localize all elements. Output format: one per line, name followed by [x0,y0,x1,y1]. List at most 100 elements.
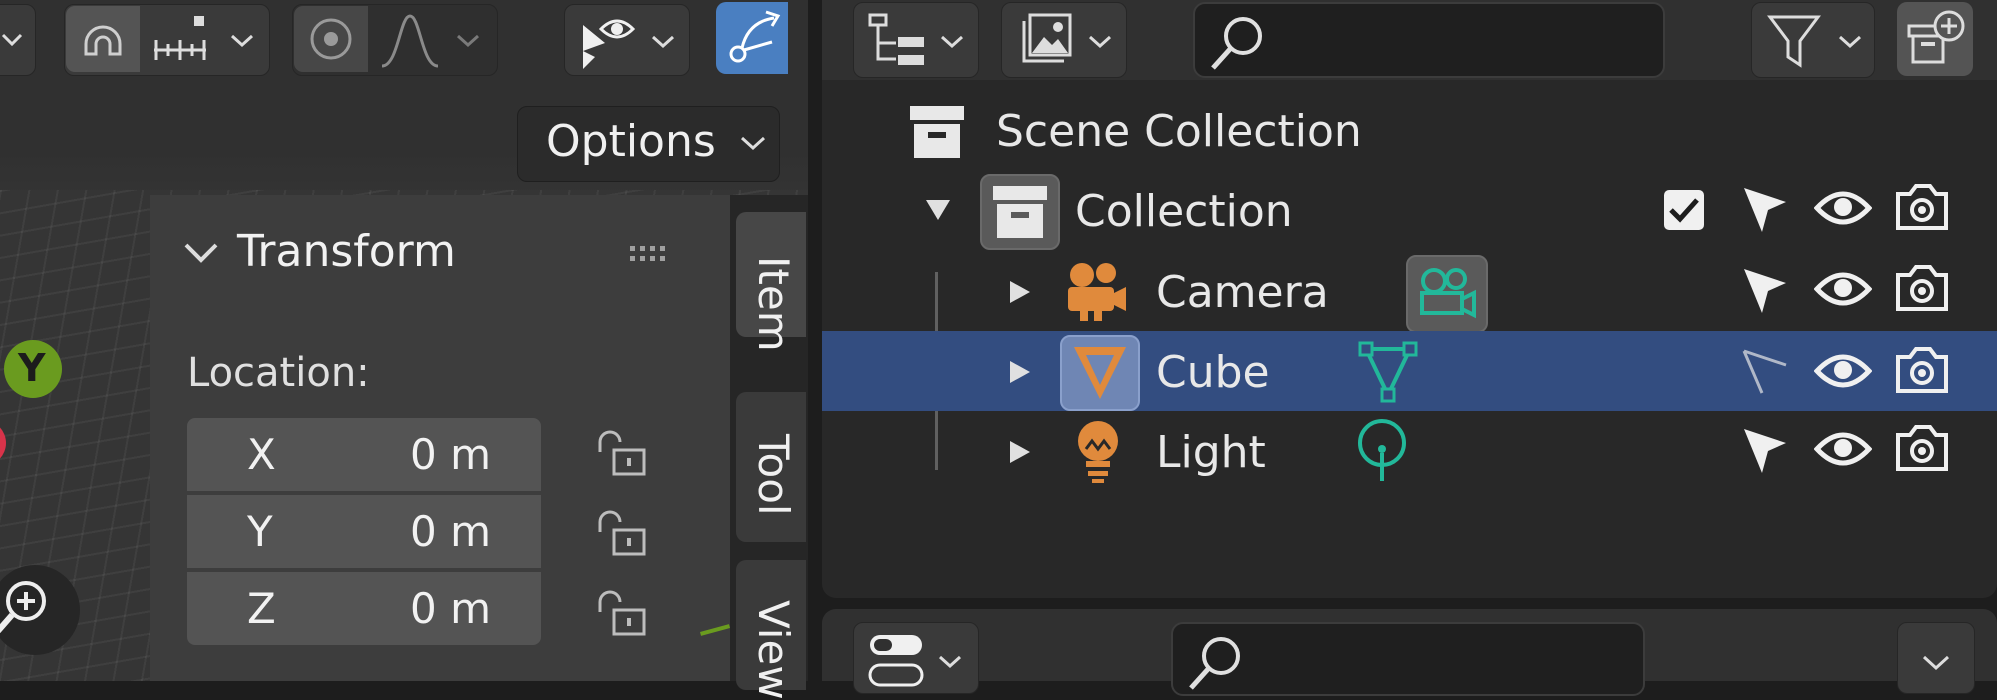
display-mode-dropdown[interactable] [853,2,979,78]
tab-item-label: Item [749,256,798,352]
camera-render-icon[interactable] [1894,182,1950,232]
select-arrow-icon[interactable] [1740,347,1790,397]
camera-render-icon[interactable] [1894,423,1950,473]
checkbox-icon [1668,196,1700,224]
filter-icon [1766,13,1822,69]
object-label: Light [1156,427,1266,478]
visibility-icon [575,11,639,73]
object-label: Cube [1156,347,1270,398]
zoom-icon [0,573,56,643]
image-icon [1016,11,1074,69]
collection-label: Collection [1075,186,1293,237]
collection-box-icon [908,104,966,160]
outliner-display-mode-icon [868,13,928,69]
properties-search-input[interactable] [1171,622,1645,696]
axis-value: 0 m [410,430,491,479]
camera-object-icon [1064,259,1130,323]
location-z-field[interactable]: Z 0 m [187,572,541,645]
location-y-field[interactable]: Y 0 m [187,495,541,568]
exclude-checkbox[interactable] [1664,190,1704,230]
tree-row-camera[interactable]: Camera [822,251,1997,333]
axis-label: Y [247,507,273,556]
disclosure-triangle-icon[interactable] [924,198,952,222]
tab-tool[interactable]: Tool [736,392,806,542]
scene-collection-label: Scene Collection [996,106,1362,157]
properties-editor-type-dropdown[interactable] [853,622,979,694]
gizmo-y-label: Y [18,346,46,390]
outliner-search-input[interactable] [1193,2,1665,78]
search-icon [1209,12,1269,72]
camera-render-icon[interactable] [1894,345,1950,395]
lock-icon[interactable] [592,508,652,558]
eye-icon[interactable] [1814,186,1872,230]
select-arrow-icon[interactable] [1740,425,1790,477]
axis-value: 0 m [410,584,491,633]
collection-box-icon [991,184,1049,240]
mode-dropdown[interactable] [0,4,36,76]
search-icon [1187,632,1247,692]
light-data-icon[interactable] [1352,417,1412,485]
mesh-object-icon [1070,343,1130,403]
camera-render-icon[interactable] [1894,263,1950,313]
falloff-curve-icon [380,12,440,68]
chevron-down-icon [1088,35,1112,49]
lock-icon[interactable] [592,588,652,638]
lock-icon[interactable] [592,428,652,478]
panel-title[interactable]: Transform [237,226,456,277]
filter-dropdown[interactable] [1751,2,1875,78]
select-arrow-icon[interactable] [1740,184,1790,236]
collection-icon-button[interactable] [980,174,1060,250]
axis-label: X [247,430,276,479]
transform-gizmo-toggle[interactable] [716,2,788,74]
select-arrow-icon[interactable] [1740,265,1790,317]
eye-icon[interactable] [1814,427,1872,471]
chevron-down-icon [1922,655,1950,671]
light-object-icon [1072,419,1126,485]
tree-row-scene-collection[interactable]: Scene Collection [822,100,1997,170]
visibility-dropdown[interactable] [564,4,690,76]
disclosure-triangle-icon[interactable] [1008,439,1032,465]
cube-object-button[interactable] [1060,335,1140,411]
chevron-down-icon [456,34,480,48]
properties-options-dropdown[interactable] [1897,622,1975,694]
tab-view-label: View [749,600,798,700]
chevron-down-icon [1,33,23,47]
snap-magnet-icon [76,14,130,64]
options-label: Options [546,116,716,167]
gizmo-axis-y[interactable]: Y [4,340,62,398]
tab-item[interactable]: Item [736,212,806,352]
chevron-down-icon [230,34,254,48]
new-collection-icon [1905,8,1967,70]
tab-view[interactable]: View [736,560,806,700]
camera-data-button[interactable] [1406,255,1488,333]
snap-target-dropdown[interactable] [142,6,266,72]
chevron-down-icon [651,35,675,49]
tree-row-light[interactable]: Light [822,411,1997,491]
falloff-dropdown[interactable] [372,6,494,72]
snap-increment-icon [150,12,210,66]
area-divider[interactable] [808,0,822,681]
camera-data-icon [1416,265,1478,323]
mesh-data-icon[interactable] [1356,339,1420,403]
chevron-down-icon [938,655,962,669]
drag-handle-icon[interactable] [628,244,672,264]
axis-label: Z [247,584,276,633]
toggle-tabs-icon [868,631,926,691]
proportional-edit-toggle[interactable] [294,6,368,72]
disclosure-triangle-icon[interactable] [1008,279,1032,305]
disclosure-triangle-icon[interactable] [1008,359,1032,385]
tree-row-collection[interactable]: Collection [822,170,1997,250]
chevron-down-icon[interactable] [183,242,219,264]
eye-icon[interactable] [1814,267,1872,311]
new-collection-button[interactable] [1897,2,1973,76]
location-x-field[interactable]: X 0 m [187,418,541,491]
filter-display-dropdown[interactable] [1001,2,1127,78]
tree-row-cube[interactable]: Cube [822,331,1997,411]
eye-icon[interactable] [1814,349,1872,393]
tab-tool-label: Tool [749,434,798,516]
chevron-down-icon [940,35,964,49]
axis-value: 0 m [410,507,491,556]
snap-toggle-button[interactable] [66,6,140,72]
transform-gizmo-icon [722,8,782,68]
chevron-down-icon [1838,35,1862,49]
